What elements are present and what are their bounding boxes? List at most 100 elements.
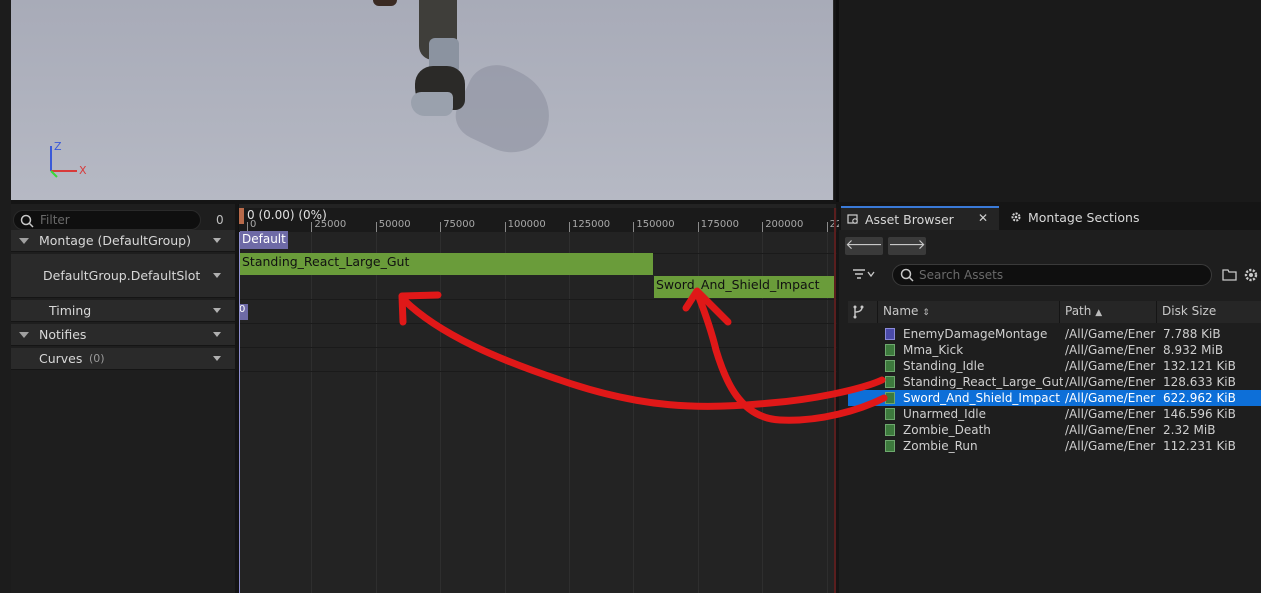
- left-edge-gutter: [0, 0, 11, 593]
- track-notifies[interactable]: Notifies: [11, 324, 235, 346]
- ruler-tick: [697, 222, 699, 232]
- asset-row[interactable]: Unarmed_Idle/All/Game/Ener 146.596 KiB: [848, 406, 1261, 422]
- montage-timeline[interactable]: 0 (0.00) (0%) 0 25000 50000 75000 100000 1250…: [238, 204, 842, 593]
- asset-name: Mma_Kick: [903, 343, 964, 357]
- chevron-down-icon[interactable]: [213, 356, 221, 361]
- chevron-down-icon[interactable]: [213, 273, 221, 278]
- segment-standing-react[interactable]: Standing_React_Large_Gut: [240, 253, 653, 275]
- asset-path: /All/Game/Ener: [1065, 407, 1156, 421]
- asset-name: Zombie_Run: [903, 439, 978, 453]
- curves-count: (0): [89, 352, 105, 365]
- character-shadow: [448, 54, 564, 166]
- settings-gear-icon[interactable]: [1243, 267, 1259, 283]
- chevron-down-icon[interactable]: [213, 332, 221, 337]
- column-disk-size[interactable]: Disk Size: [1158, 301, 1261, 323]
- asset-size: 7.788 KiB: [1163, 327, 1221, 341]
- asset-row[interactable]: Mma_Kick/All/Game/Ener 8.932 MiB: [848, 342, 1261, 358]
- asset-row[interactable]: Standing_React_Large_Gut/All/Game/Ener 12…: [848, 374, 1261, 390]
- filter-input[interactable]: Filter: [13, 210, 201, 230]
- ruler-tick-label: 75000: [443, 219, 475, 230]
- axis-z-label: Z: [54, 140, 62, 153]
- column-source-icon[interactable]: [848, 301, 878, 323]
- asset-row[interactable]: Zombie_Death/All/Game/Ener 2.32 MiB: [848, 422, 1261, 438]
- chevron-down-icon[interactable]: [213, 238, 221, 243]
- track-label: Montage (DefaultGroup): [39, 233, 191, 248]
- track-montage-group[interactable]: Montage (DefaultGroup): [11, 230, 235, 252]
- ruler-tick-label: 25000: [314, 219, 347, 230]
- column-label: Disk Size: [1162, 304, 1217, 318]
- time-ruler[interactable]: 0 (0.00) (0%) 0 25000 50000 75000 100000 1250…: [239, 208, 842, 232]
- close-icon[interactable]: ✕: [978, 211, 988, 225]
- column-path[interactable]: Path ▲: [1061, 301, 1157, 323]
- ruler-tick-label: 125000: [572, 219, 611, 230]
- tab-bar: Asset Browser ✕ Montage Sections: [839, 204, 1261, 230]
- section-default[interactable]: Default: [240, 231, 288, 249]
- animation-asset-icon: [885, 424, 895, 436]
- ruler-tick-label: 0: [250, 219, 257, 230]
- asset-row[interactable]: Sword_And_Shield_Impact/All/Game/Ener 622…: [848, 390, 1261, 406]
- track-curves[interactable]: Curves (0): [11, 348, 235, 370]
- filter-funnel-icon[interactable]: [853, 268, 877, 282]
- collapse-triangle-icon[interactable]: [19, 332, 29, 338]
- track-label: Curves: [39, 351, 83, 366]
- search-row: Search Assets: [839, 262, 1261, 288]
- lane-timing: [239, 300, 837, 324]
- asset-path: /All/Game/Ener: [1065, 423, 1156, 437]
- filter-placeholder: Filter: [40, 213, 70, 227]
- filter-count: 0: [216, 213, 224, 227]
- folder-search-icon: [847, 214, 858, 224]
- tab-asset-browser[interactable]: Asset Browser ✕: [841, 206, 999, 230]
- asset-row[interactable]: Zombie_Run/All/Game/Ener 112.231 KiB: [848, 438, 1261, 454]
- forward-arrow-icon[interactable]: 🡒: [888, 237, 926, 255]
- ruler-tick-label: 50000: [378, 219, 411, 230]
- animation-montage-editor: Z X Filter 0 Montage (DefaultGroup) Defa…: [0, 0, 1261, 593]
- character-foot: [411, 92, 453, 116]
- asset-path: /All/Game/Ener: [1065, 391, 1156, 405]
- chevron-down-icon[interactable]: [213, 308, 221, 313]
- track-default-slot[interactable]: DefaultGroup.DefaultSlot: [11, 254, 235, 298]
- animation-asset-icon: [885, 360, 895, 372]
- asset-name: Sword_And_Shield_Impact: [903, 391, 1060, 405]
- lane-notifies: [239, 324, 837, 348]
- asset-path: /All/Game/Ener: [1065, 359, 1156, 373]
- axis-x-label: X: [79, 164, 87, 177]
- ruler-tick-label: 100000: [507, 219, 546, 230]
- ruler-tick: [569, 222, 570, 232]
- segment-sword-shield-impact[interactable]: Sword_And_Shield_Impact: [654, 276, 834, 298]
- asset-size: 132.121 KiB: [1163, 359, 1236, 373]
- montage-asset-icon: [885, 328, 895, 340]
- ruler-tick: [826, 222, 828, 232]
- ruler-tick: [633, 222, 635, 232]
- column-label: Name: [883, 304, 919, 318]
- search-assets-input[interactable]: Search Assets: [892, 264, 1212, 286]
- track-list-panel: Filter 0 Montage (DefaultGroup) DefaultG…: [11, 204, 235, 593]
- tab-label: Montage Sections: [1028, 210, 1140, 225]
- playhead-line[interactable]: [239, 232, 240, 593]
- asset-name: Zombie_Death: [903, 423, 991, 437]
- details-panel-empty: [836, 0, 1261, 202]
- search-icon: [20, 214, 34, 228]
- asset-size: 622.962 KiB: [1163, 391, 1236, 405]
- ruler-tick: [504, 222, 506, 232]
- asset-row[interactable]: EnemyDamageMontage/All/Game/Ener 7.788 Ki…: [848, 326, 1261, 342]
- asset-name: Unarmed_Idle: [903, 407, 987, 421]
- sort-icon: ⇕: [922, 308, 930, 318]
- asset-size: 2.32 MiB: [1163, 423, 1216, 437]
- track-timing[interactable]: Timing: [11, 300, 235, 322]
- animation-asset-icon: [885, 376, 895, 388]
- tab-montage-sections[interactable]: Montage Sections: [1004, 206, 1154, 230]
- folder-icon[interactable]: [1222, 268, 1238, 282]
- asset-row[interactable]: Standing_Idle/All/Game/Ener 132.121 KiB: [848, 358, 1261, 374]
- back-arrow-icon[interactable]: 🡐: [845, 237, 883, 255]
- playhead-handle[interactable]: [239, 208, 244, 224]
- timing-marker[interactable]: 0: [239, 304, 248, 320]
- collapse-triangle-icon[interactable]: [19, 238, 29, 244]
- search-icon: [900, 268, 914, 282]
- 3d-viewport[interactable]: Z X: [11, 0, 834, 200]
- ruler-tick-label: 175000: [700, 219, 739, 230]
- track-label: Notifies: [39, 327, 87, 342]
- filter-row: Filter 0: [11, 208, 235, 230]
- column-name[interactable]: Name ⇕: [879, 301, 1060, 323]
- asset-table-header: Name ⇕ Path ▲ Disk Size: [848, 301, 1261, 323]
- asset-name: EnemyDamageMontage: [903, 327, 1048, 341]
